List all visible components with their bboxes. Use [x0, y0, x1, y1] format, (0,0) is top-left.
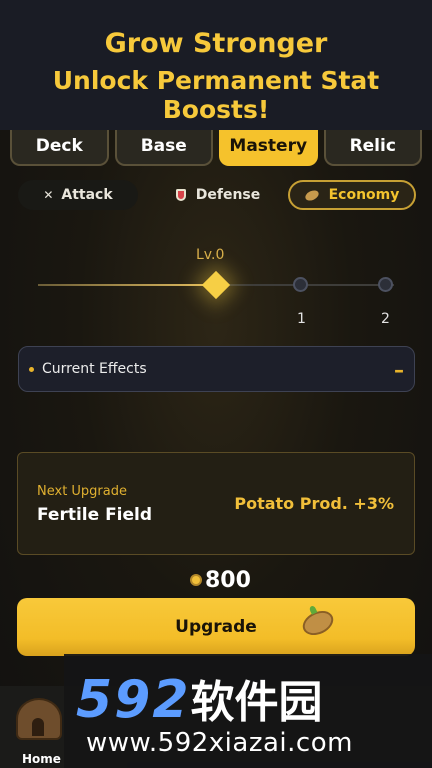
tab-mastery[interactable]: Mastery — [219, 130, 318, 166]
shield-icon — [175, 189, 186, 201]
upgrade-cost: 800 — [190, 567, 251, 593]
watermark: 592软件园 www.592xiazai.com — [64, 654, 432, 768]
tab-relic[interactable]: Relic — [323, 130, 422, 166]
subtab-economy-label: Economy — [328, 187, 400, 203]
level-track-fill — [38, 284, 216, 286]
potato-icon — [298, 606, 338, 640]
nav-home-label[interactable]: Home — [22, 752, 61, 766]
subtab-attack[interactable]: ✕ Attack — [18, 180, 138, 210]
cost-value: 800 — [205, 567, 251, 593]
mastery-subtabs: ✕ Attack Defense Economy — [18, 180, 416, 210]
tab-base[interactable]: Base — [114, 130, 213, 166]
main-tabs: Deck Base Mastery Relic — [10, 130, 422, 168]
level-2-node[interactable] — [378, 277, 393, 292]
subtab-economy[interactable]: Economy — [288, 180, 416, 210]
watermark-brand-number: 592 — [76, 670, 191, 730]
banner-title: Grow Stronger — [104, 28, 328, 59]
next-upgrade-heading: Next Upgrade — [37, 484, 127, 499]
crossed-swords-icon: ✕ — [43, 188, 54, 202]
collapse-icon[interactable]: – — [394, 358, 404, 382]
tab-deck[interactable]: Deck — [10, 130, 109, 166]
level-2-label: 2 — [381, 311, 390, 327]
potato-icon — [303, 187, 320, 203]
level-0-marker[interactable] — [201, 270, 231, 300]
hut-icon[interactable] — [16, 698, 62, 740]
watermark-url: www.592xiazai.com — [86, 728, 353, 758]
upgrade-effect: Potato Prod. +3% — [234, 494, 394, 513]
upgrade-name: Fertile Field — [37, 505, 153, 525]
subtab-attack-label: Attack — [61, 187, 113, 203]
banner-subtitle: Unlock Permanent Stat Boosts! — [52, 66, 380, 124]
next-upgrade-card: Next Upgrade Fertile Field Potato Prod. … — [17, 452, 415, 555]
current-level-label: Lv.0 — [196, 247, 225, 263]
upgrade-button[interactable]: Upgrade — [17, 598, 415, 656]
coin-icon — [190, 574, 202, 586]
current-effects-panel[interactable]: Current Effects – — [18, 346, 415, 392]
promo-banner: Grow Stronger Unlock Permanent Stat Boos… — [0, 0, 432, 130]
watermark-brand: 592软件园 — [76, 666, 323, 730]
bullet-icon — [29, 366, 34, 372]
subtab-defense-label: Defense — [195, 187, 261, 203]
upgrade-button-label: Upgrade — [175, 617, 257, 637]
subtab-defense[interactable]: Defense — [153, 180, 283, 210]
current-effects-label: Current Effects — [42, 361, 147, 377]
level-1-label: 1 — [297, 311, 306, 327]
level-1-node[interactable] — [293, 277, 308, 292]
watermark-brand-text: 软件园 — [190, 677, 323, 728]
